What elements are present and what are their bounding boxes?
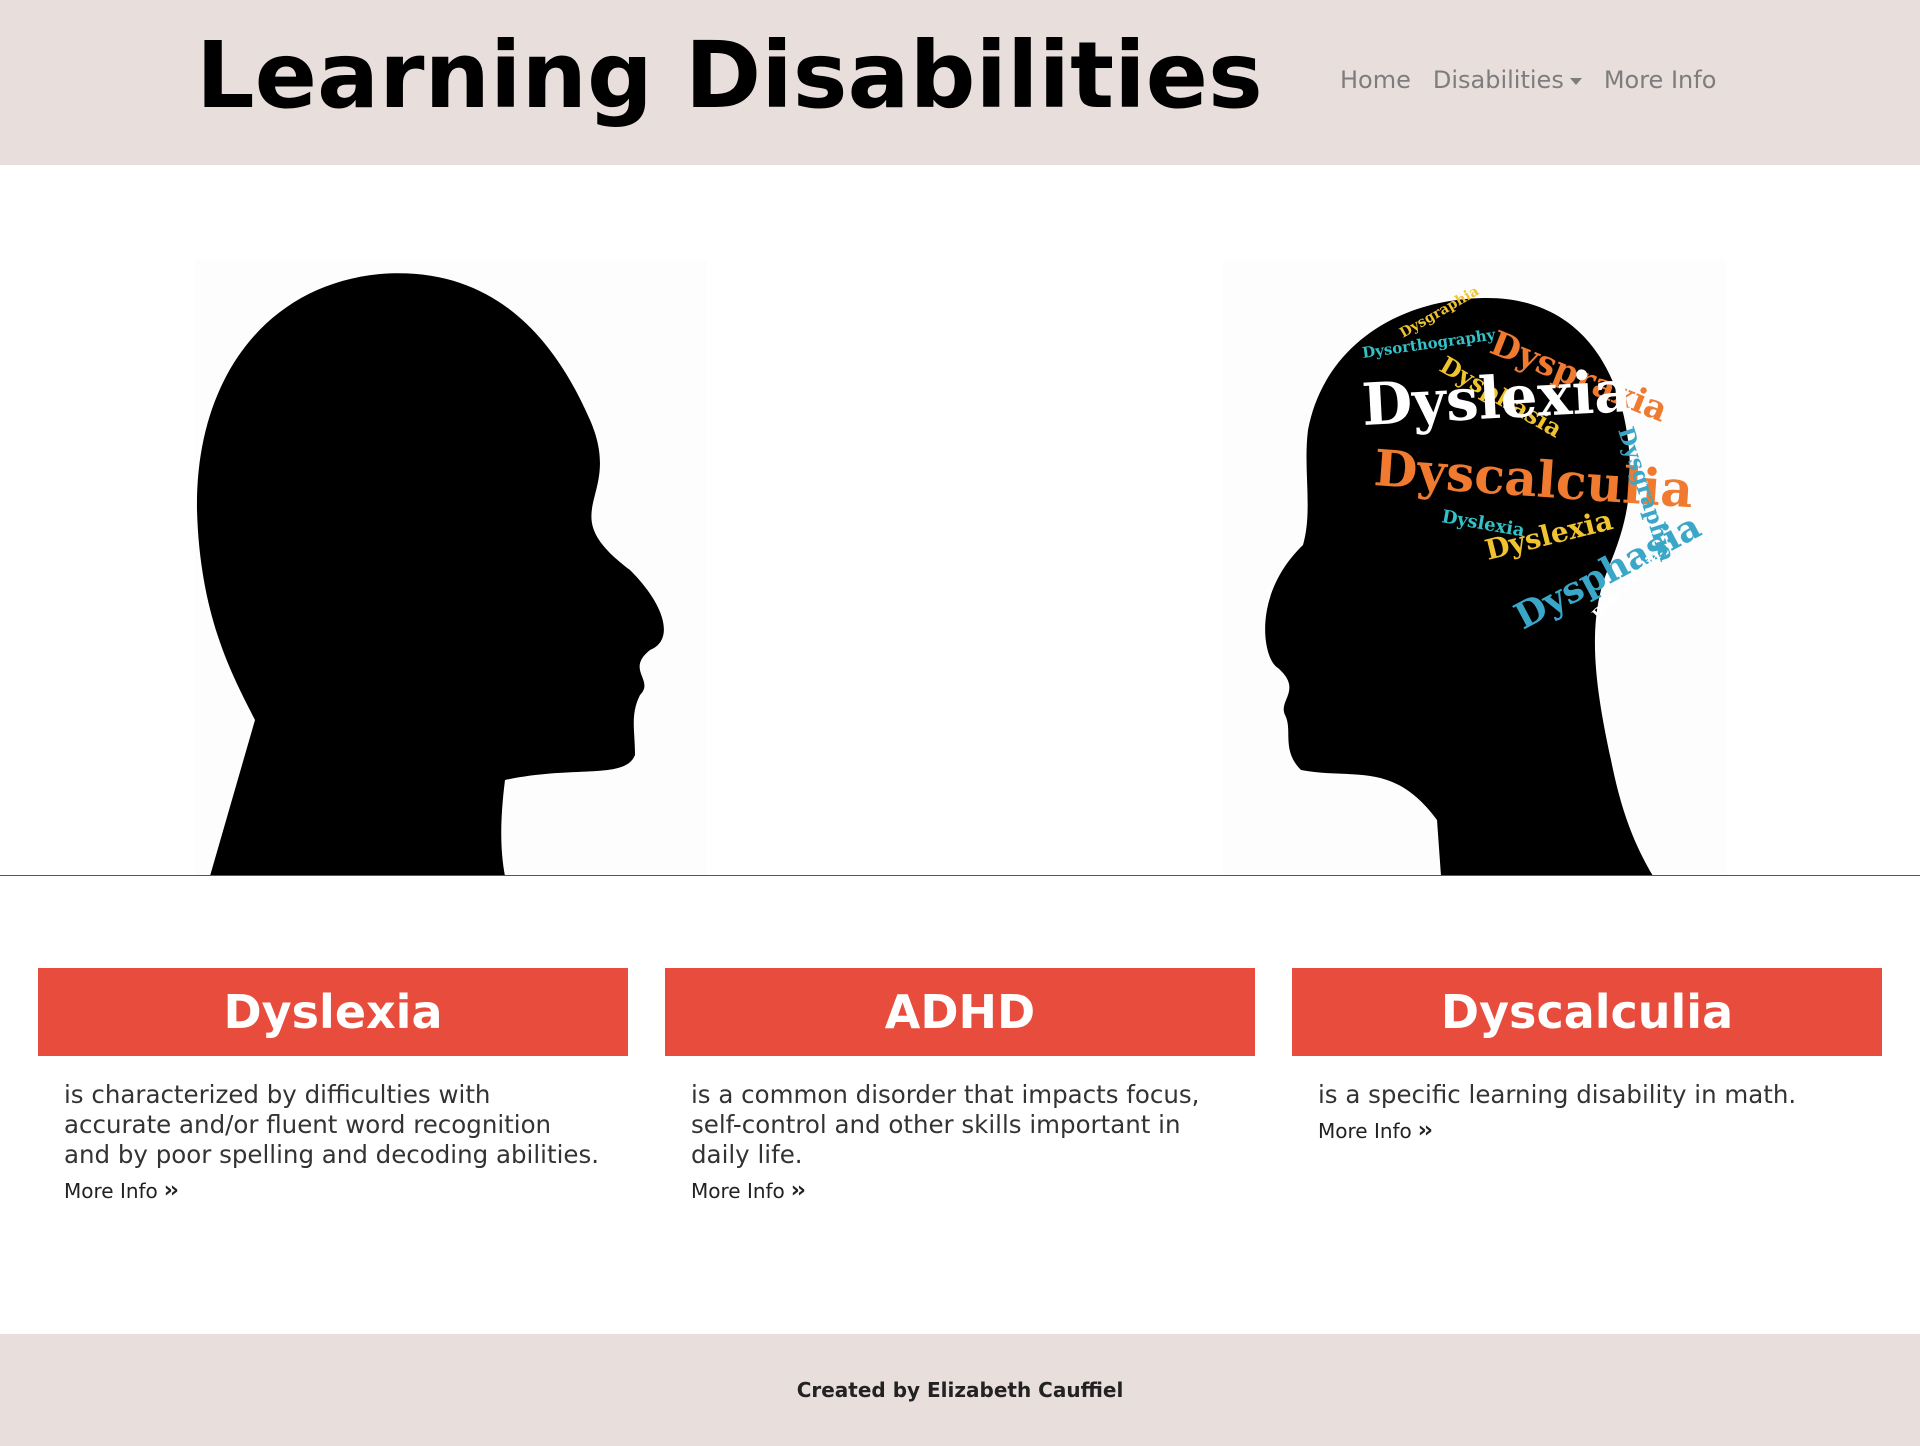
site-footer: Created by Elizabeth Cauffiel [0, 1334, 1920, 1446]
card-dyslexia: Dyslexia is characterized by difficultie… [38, 968, 628, 1203]
nav-home[interactable]: Home [1340, 66, 1411, 94]
card-body: is a specific learning disability in mat… [1292, 1056, 1882, 1143]
site-title: Learning Disabilities [196, 22, 1263, 129]
nav-disabilities-dropdown[interactable]: Disabilities [1433, 66, 1582, 94]
silhouette-head-icon [196, 273, 664, 876]
word-cloud-head-image: Dyspraxia Dysgraphia Dysorthography Dysphas… [1223, 260, 1726, 877]
card-dyscalculia: Dyscalculia is a specific learning disab… [1292, 968, 1882, 1143]
nav-disabilities-label: Disabilities [1432, 66, 1564, 94]
double-chevron-right-icon: ›› [790, 1178, 806, 1203]
main-nav: Home Disabilities More Info [1340, 66, 1716, 94]
more-info-link-dyslexia[interactable]: More Info ›› [64, 1178, 179, 1203]
hero-divider [0, 875, 1920, 876]
card-body: is characterized by difficulties with ac… [38, 1056, 628, 1203]
nav-home-label: Home [1340, 66, 1411, 94]
caret-down-icon [1569, 77, 1582, 85]
more-info-label: More Info [64, 1178, 158, 1203]
card-title-dyslexia: Dyslexia [38, 968, 628, 1056]
nav-more-info[interactable]: More Info [1604, 66, 1717, 94]
more-info-link-adhd[interactable]: More Info ›› [691, 1178, 806, 1203]
word-cloud-word: Dyslexia [1360, 357, 1633, 439]
more-info-label: More Info [1318, 1118, 1412, 1143]
site-header: Learning Disabilities Home Disabilities … [0, 0, 1920, 165]
card-title-adhd: ADHD [665, 968, 1255, 1056]
card-body: is a common disorder that impacts focus,… [665, 1056, 1255, 1203]
card-description: is a specific learning disability in mat… [1318, 1080, 1797, 1109]
card-title-dyscalculia: Dyscalculia [1292, 968, 1882, 1056]
nav-more-info-label: More Info [1603, 66, 1717, 94]
card-description: is a common disorder that impacts focus,… [691, 1080, 1200, 1169]
card-adhd: ADHD is a common disorder that impacts f… [665, 968, 1255, 1203]
double-chevron-right-icon: ›› [163, 1178, 179, 1203]
card-description: is characterized by difficulties with ac… [64, 1080, 600, 1169]
word-cloud-head-icon: DyspraxiaDysgraphiaDysorthographyDysphas… [1265, 283, 1708, 877]
more-info-link-dyscalculia[interactable]: More Info ›› [1318, 1118, 1433, 1143]
double-chevron-right-icon: ›› [1417, 1118, 1433, 1143]
silhouette-head-image [195, 260, 707, 876]
more-info-label: More Info [691, 1178, 785, 1203]
footer-credit: Created by Elizabeth Cauffiel [796, 1378, 1124, 1402]
